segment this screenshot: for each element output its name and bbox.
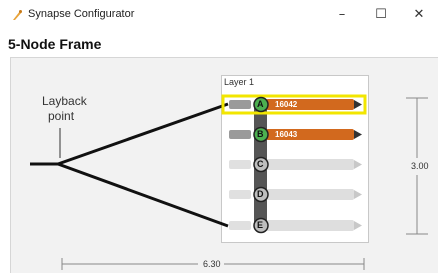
node-b-lead-tip (354, 130, 362, 139)
node-e-lead-tip (354, 221, 362, 230)
node-a-connector (229, 100, 251, 109)
node-e-letter: E (257, 220, 264, 230)
dimension-vertical-label: 3.00 (411, 161, 429, 171)
node-c-letter: C (257, 159, 264, 169)
node-a-lead-tip (354, 100, 362, 109)
node-c-connector (229, 160, 251, 169)
node-b-serial: 16043 (275, 130, 298, 139)
bridle-line-upper (57, 102, 229, 166)
node-d-letter: D (257, 189, 264, 199)
node-d-lead[interactable] (266, 189, 354, 200)
node-d-lead-tip (354, 190, 362, 199)
node-b-letter: B (257, 129, 264, 139)
dimension-horizontal-label: 6.30 (203, 259, 221, 269)
node-b-connector (229, 130, 251, 139)
node-a-serial: 16042 (275, 100, 298, 109)
frame-diagram (30, 94, 428, 270)
bridle-line-lower (57, 162, 229, 228)
node-e-connector (229, 221, 251, 230)
node-d-connector (229, 190, 251, 199)
node-c-lead-tip (354, 160, 362, 169)
node-c-lead[interactable] (266, 159, 354, 170)
node-a-letter: A (257, 99, 264, 109)
node-e-lead[interactable] (266, 220, 354, 231)
